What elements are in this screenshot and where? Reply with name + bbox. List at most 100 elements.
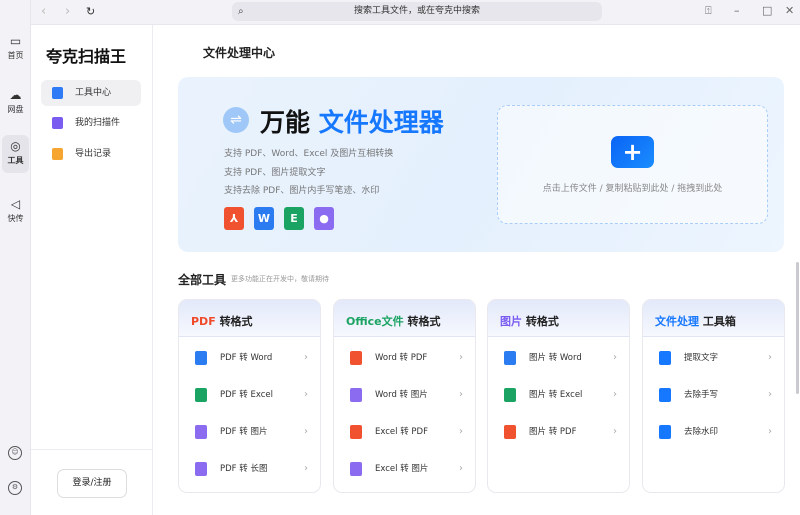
rail-label: 首页 bbox=[7, 51, 24, 60]
card-accent: Office文件 bbox=[346, 315, 404, 328]
card-header: Office文件 转格式 bbox=[334, 300, 475, 337]
tool-label: 图片 转 Word bbox=[529, 353, 582, 363]
chevron-right-icon: › bbox=[768, 426, 772, 437]
app-title: 夸克扫描王 bbox=[46, 47, 127, 66]
tool-icon bbox=[195, 388, 207, 402]
close-icon[interactable]: ✕ bbox=[785, 4, 794, 17]
hero-line: 支持 PDF、Word、Excel 及图片互相转换 bbox=[224, 149, 394, 159]
chevron-right-icon: › bbox=[459, 426, 463, 437]
tool-icon bbox=[504, 425, 516, 439]
user-icon[interactable]: ☺ bbox=[8, 446, 22, 460]
chevron-right-icon: › bbox=[304, 389, 308, 400]
chevron-right-icon: › bbox=[768, 389, 772, 400]
tool-card: Office文件 转格式 Word 转 PDF › Word 转 图片 › Excel 转… bbox=[333, 299, 476, 493]
page-title: 文件处理中心 bbox=[203, 46, 276, 60]
hero-line: 支持 PDF、图片提取文字 bbox=[224, 168, 326, 178]
tool-label: PDF 转 长图 bbox=[220, 464, 268, 474]
swap-icon: ⇌ bbox=[223, 107, 249, 133]
sidebar-item-tool-center[interactable]: 工具中心 bbox=[41, 80, 141, 106]
pdf-icon: ⅄ bbox=[224, 207, 244, 230]
tool-row[interactable]: Excel 转 图片 › bbox=[334, 457, 475, 481]
hero-banner: ⇌ 万能 文件处理器 支持 PDF、Word、Excel 及图片互相转换 支持 … bbox=[178, 77, 784, 252]
tool-label: 提取文字 bbox=[684, 353, 719, 363]
chevron-right-icon: › bbox=[768, 352, 772, 363]
share-icon[interactable]: ⍐ bbox=[705, 4, 712, 18]
tool-label: Excel 转 图片 bbox=[375, 464, 429, 474]
folder-icon bbox=[52, 148, 63, 160]
chevron-right-icon: › bbox=[613, 389, 617, 400]
upload-hint: 点击上传文件 / 复制粘贴到此处 / 拖拽到此处 bbox=[542, 184, 723, 194]
hero-line: 支持去除 PDF、图片内手写笔迹、水印 bbox=[224, 186, 380, 196]
section-title: 全部工具 bbox=[178, 273, 227, 287]
tool-icon bbox=[659, 351, 671, 365]
tool-row[interactable]: Word 转 PDF › bbox=[334, 346, 475, 370]
tool-row[interactable]: Excel 转 PDF › bbox=[334, 420, 475, 444]
tool-row[interactable]: 图片 转 Word › bbox=[488, 346, 629, 370]
rail-item-tools[interactable]: ◎ 工具 bbox=[2, 135, 29, 173]
minimize-icon[interactable]: – bbox=[734, 4, 740, 17]
card-title: 转格式 bbox=[525, 315, 559, 328]
tool-row[interactable]: 去除手写 › bbox=[643, 383, 784, 407]
back-icon[interactable]: ‹ bbox=[41, 4, 46, 19]
settings-icon[interactable]: ⚙ bbox=[8, 481, 22, 495]
tool-row[interactable]: PDF 转 长图 › bbox=[179, 457, 320, 481]
tool-row[interactable]: PDF 转 Excel › bbox=[179, 383, 320, 407]
tool-row[interactable]: PDF 转 Word › bbox=[179, 346, 320, 370]
maximize-icon[interactable]: □ bbox=[762, 4, 772, 17]
chevron-right-icon: › bbox=[304, 463, 308, 474]
tool-icon bbox=[659, 388, 671, 402]
home-icon: ▭ bbox=[9, 34, 22, 48]
chevron-right-icon: › bbox=[613, 426, 617, 437]
chevron-right-icon: › bbox=[459, 463, 463, 474]
tool-label: 去除水印 bbox=[684, 427, 719, 437]
tool-label: PDF 转 Excel bbox=[220, 390, 273, 400]
card-header: PDF 转格式 bbox=[179, 300, 320, 337]
cloud-icon: ☁ bbox=[9, 88, 22, 102]
card-accent: 图片 bbox=[500, 315, 522, 328]
upload-button[interactable]: + bbox=[611, 136, 654, 168]
chevron-right-icon: › bbox=[459, 352, 463, 363]
tool-label: 图片 转 PDF bbox=[529, 427, 577, 437]
rail-label: 快传 bbox=[7, 214, 24, 223]
forward-icon[interactable]: › bbox=[65, 4, 70, 19]
hero-title: 万能 文件处理器 bbox=[260, 103, 444, 139]
chevron-right-icon: › bbox=[304, 352, 308, 363]
tool-row[interactable]: 提取文字 › bbox=[643, 346, 784, 370]
tool-icon bbox=[195, 462, 207, 476]
tool-row[interactable]: 图片 转 PDF › bbox=[488, 420, 629, 444]
tool-icon bbox=[504, 351, 516, 365]
tool-icon bbox=[350, 351, 362, 365]
tool-row[interactable]: 图片 转 Excel › bbox=[488, 383, 629, 407]
hero-title-b: 文件处理器 bbox=[318, 108, 444, 137]
card-title: 转格式 bbox=[407, 315, 441, 328]
card-title: 工具箱 bbox=[702, 315, 736, 328]
tool-label: PDF 转 Word bbox=[220, 353, 273, 363]
tool-row[interactable]: 去除水印 › bbox=[643, 420, 784, 444]
hero-title-a: 万能 bbox=[260, 108, 311, 137]
tool-card: 图片 转格式 图片 转 Word › 图片 转 Excel › 图片 转 PDF › bbox=[487, 299, 630, 493]
rail-item-transfer[interactable]: ◁ 快传 bbox=[2, 193, 29, 231]
scrollbar[interactable] bbox=[796, 262, 799, 394]
chevron-right-icon: › bbox=[304, 426, 308, 437]
tool-row[interactable]: PDF 转 图片 › bbox=[179, 420, 320, 444]
rail-item-home[interactable]: ▭ 首页 bbox=[2, 30, 29, 68]
tool-label: Excel 转 PDF bbox=[375, 427, 428, 437]
login-button[interactable]: 登录/注册 bbox=[57, 469, 127, 498]
upload-dropzone[interactable]: + 点击上传文件 / 复制粘贴到此处 / 拖拽到此处 bbox=[497, 105, 768, 224]
tool-icon bbox=[504, 388, 516, 402]
tool-card: 文件处理 工具箱 提取文字 › 去除手写 › 去除水印 › bbox=[642, 299, 785, 493]
sidebar-item-my-scans[interactable]: 我的扫描件 bbox=[41, 110, 141, 136]
refresh-icon[interactable]: ↻ bbox=[86, 5, 95, 18]
rail-item-cloud[interactable]: ☁ 网盘 bbox=[2, 84, 29, 122]
tool-icon bbox=[350, 462, 362, 476]
word-icon: W bbox=[254, 207, 274, 230]
rail-label: 网盘 bbox=[7, 105, 24, 114]
divider bbox=[31, 449, 152, 450]
tool-label: Word 转 图片 bbox=[375, 390, 428, 400]
tool-row[interactable]: Word 转 图片 › bbox=[334, 383, 475, 407]
sidebar: 夸克扫描王 工具中心 我的扫描件 导出记录 登录/注册 bbox=[31, 25, 153, 515]
search-input[interactable]: ⌕ 搜索工具文件，或在夸克中搜索 bbox=[232, 2, 602, 21]
tool-icon bbox=[195, 351, 207, 365]
sidebar-item-label: 我的扫描件 bbox=[75, 118, 121, 128]
sidebar-item-export-history[interactable]: 导出记录 bbox=[41, 141, 141, 167]
